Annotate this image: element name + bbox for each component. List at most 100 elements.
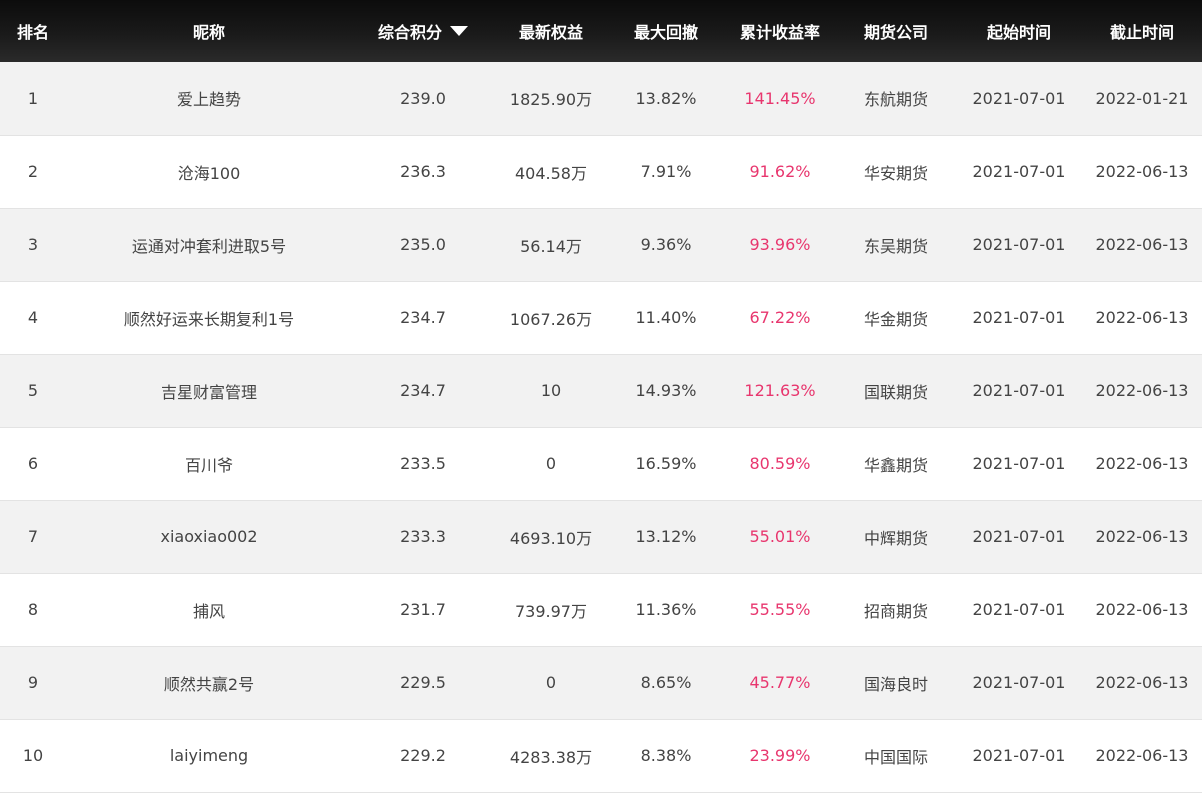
rank-cell: 3 xyxy=(27,235,39,254)
equity-cell: 0 xyxy=(545,673,557,692)
start-date-cell: 2021-07-01 xyxy=(972,235,1066,254)
table-row: 5 吉星财富管理 234.7 10 14.93% 121.63% 国联期货 20… xyxy=(0,354,1202,427)
header-company: 期货公司 xyxy=(863,23,928,42)
start-date-cell: 2021-07-01 xyxy=(972,454,1066,473)
rank-cell: 1 xyxy=(27,88,39,108)
header-row: 排名 昵称 综合积分 最新权益 最大回撤 累计收益率 期货公司 起始时间 截止时… xyxy=(0,0,1202,62)
header-start: 起始时间 xyxy=(986,23,1051,42)
drawdown-cell: 14.93% xyxy=(635,381,697,400)
start-date-cell: 2021-07-01 xyxy=(972,88,1066,108)
rank-cell: 10 xyxy=(22,746,44,765)
table-row: 1 爱上趋势 239.0 1825.90万 13.82% 141.45% 东航期… xyxy=(0,62,1202,135)
table-row: 10 laiyimeng 229.2 4283.38万 8.38% 23.99%… xyxy=(0,719,1202,792)
header-score-label[interactable]: 综合积分 xyxy=(378,23,442,42)
company-cell: 东航期货 xyxy=(863,90,928,110)
start-date-cell: 2021-07-01 xyxy=(972,746,1066,765)
return-cell: 23.99% xyxy=(749,746,811,765)
table-row: 6 百川爷 233.5 0 16.59% 80.59% 华鑫期货 2021-07… xyxy=(0,427,1202,500)
return-cell: 67.22% xyxy=(749,308,811,327)
header-end: 截止时间 xyxy=(1109,23,1174,42)
nickname-cell[interactable]: xiaoxiao002 xyxy=(66,500,352,573)
end-date-cell: 2022-06-13 xyxy=(1095,527,1189,546)
nickname-cell[interactable]: 吉星财富管理 xyxy=(66,354,352,427)
equity-cell: 4283.38万 xyxy=(509,747,593,767)
header-nickname: 昵称 xyxy=(192,23,225,42)
score-cell: 233.5 xyxy=(400,454,446,473)
company-cell: 华金期货 xyxy=(863,309,928,329)
rank-cell: 2 xyxy=(27,162,39,181)
return-cell: 91.62% xyxy=(749,162,811,181)
return-cell: 55.55% xyxy=(749,600,811,619)
start-date-cell: 2021-07-01 xyxy=(972,527,1066,546)
return-cell: 121.63% xyxy=(744,381,816,400)
drawdown-cell: 11.40% xyxy=(635,308,697,327)
company-cell: 华安期货 xyxy=(863,163,928,183)
score-cell: 236.3 xyxy=(400,162,446,181)
company-cell: 华鑫期货 xyxy=(863,455,928,475)
company-cell: 招商期货 xyxy=(863,601,928,621)
end-date-cell: 2022-06-13 xyxy=(1095,308,1189,327)
start-date-cell: 2021-07-01 xyxy=(972,308,1066,327)
score-cell: 229.2 xyxy=(400,746,446,765)
end-date-cell: 2022-06-13 xyxy=(1095,673,1189,692)
end-date-cell: 2022-06-13 xyxy=(1095,600,1189,619)
score-cell: 231.7 xyxy=(400,600,446,619)
rank-cell: 5 xyxy=(27,381,39,400)
nickname-cell[interactable]: 沧海100 xyxy=(66,135,352,208)
end-date-cell: 2022-06-13 xyxy=(1095,381,1189,400)
table-row: 7 xiaoxiao002 233.3 4693.10万 13.12% 55.0… xyxy=(0,500,1202,573)
rank-cell: 6 xyxy=(27,454,39,473)
equity-cell: 1825.90万 xyxy=(509,90,593,110)
nickname-cell[interactable]: 百川爷 xyxy=(66,427,352,500)
return-cell: 141.45% xyxy=(744,88,816,108)
company-cell: 东吴期货 xyxy=(863,236,928,256)
end-date-cell: 2022-06-13 xyxy=(1095,746,1189,765)
drawdown-cell: 13.12% xyxy=(635,527,697,546)
drawdown-cell: 11.36% xyxy=(635,600,697,619)
return-cell: 93.96% xyxy=(749,235,811,254)
equity-cell: 10 xyxy=(540,381,562,400)
rank-cell: 4 xyxy=(27,308,39,327)
start-date-cell: 2021-07-01 xyxy=(972,381,1066,400)
header-equity: 最新权益 xyxy=(518,23,583,42)
nickname-cell[interactable]: 爱上趋势 xyxy=(66,62,352,135)
score-cell: 235.0 xyxy=(400,235,446,254)
equity-cell: 1067.26万 xyxy=(509,309,593,329)
drawdown-cell: 13.82% xyxy=(635,88,697,108)
nickname-cell[interactable]: 运通对冲套利进取5号 xyxy=(66,208,352,281)
nickname-cell[interactable]: 顺然共赢2号 xyxy=(66,646,352,719)
header-drawdown: 最大回撤 xyxy=(633,23,698,42)
score-cell: 239.0 xyxy=(400,88,446,108)
rank-cell: 8 xyxy=(27,600,39,619)
ranking-table: 排名 昵称 综合积分 最新权益 最大回撤 累计收益率 期货公司 起始时间 截止时… xyxy=(0,0,1202,793)
drawdown-cell: 16.59% xyxy=(635,454,697,473)
nickname-cell[interactable]: 捕风 xyxy=(66,573,352,646)
equity-cell: 4693.10万 xyxy=(509,528,593,548)
nickname-cell[interactable]: 顺然好运来长期复利1号 xyxy=(66,281,352,354)
end-date-cell: 2022-01-21 xyxy=(1095,88,1189,108)
start-date-cell: 2021-07-01 xyxy=(972,600,1066,619)
return-cell: 80.59% xyxy=(749,454,811,473)
table-row: 2 沧海100 236.3 404.58万 7.91% 91.62% 华安期货 … xyxy=(0,135,1202,208)
return-cell: 55.01% xyxy=(749,527,811,546)
table-row: 9 顺然共赢2号 229.5 0 8.65% 45.77% 国海良时 2021-… xyxy=(0,646,1202,719)
header-score-sortable[interactable]: 综合积分 xyxy=(352,0,494,62)
end-date-cell: 2022-06-13 xyxy=(1095,235,1189,254)
nickname-cell[interactable]: laiyimeng xyxy=(66,719,352,792)
company-cell: 中辉期货 xyxy=(863,528,928,548)
score-cell: 229.5 xyxy=(400,673,446,692)
caret-down-icon[interactable] xyxy=(450,26,468,36)
score-cell: 233.3 xyxy=(400,527,446,546)
equity-cell: 56.14万 xyxy=(520,236,582,256)
end-date-cell: 2022-06-13 xyxy=(1095,454,1189,473)
header-rank: 排名 xyxy=(16,23,49,42)
table-row: 3 运通对冲套利进取5号 235.0 56.14万 9.36% 93.96% 东… xyxy=(0,208,1202,281)
table-row: 4 顺然好运来长期复利1号 234.7 1067.26万 11.40% 67.2… xyxy=(0,281,1202,354)
company-cell: 国联期货 xyxy=(863,382,928,402)
return-cell: 45.77% xyxy=(749,673,811,692)
score-cell: 234.7 xyxy=(400,381,446,400)
rank-cell: 7 xyxy=(27,527,39,546)
score-cell: 234.7 xyxy=(400,308,446,327)
table-body: 1 爱上趋势 239.0 1825.90万 13.82% 141.45% 东航期… xyxy=(0,62,1202,792)
rank-cell: 9 xyxy=(27,673,39,692)
